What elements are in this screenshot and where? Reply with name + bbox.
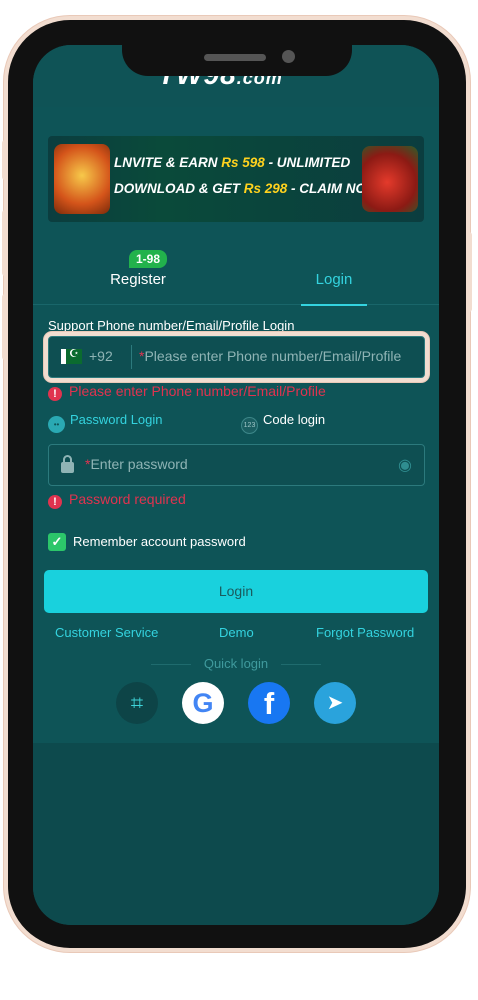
account-input[interactable]: +92 *Please enter Phone number/Email/Pro… [48,336,425,378]
divider [131,345,132,369]
code-123-icon: 123 [241,417,258,434]
side-button [466,232,472,312]
password-placeholder: *Enter password [85,456,188,472]
side-button [2,294,8,360]
lock-icon [61,455,74,473]
pakistan-flag-icon[interactable] [61,347,82,364]
password-error: ! Password required [48,491,186,509]
tab-login[interactable]: Login [301,262,367,306]
telegram-icon[interactable]: ➤ [314,682,356,724]
login-panel: LNVITE & EARN Rs 598 - UNLIMITED DOWNLOA… [33,107,439,743]
customer-service-link[interactable]: Customer Service [55,625,158,640]
airplane-game-icon [362,146,418,212]
remember-checkbox[interactable]: ✓ [48,533,66,551]
login-button[interactable]: Login [44,570,428,613]
banner-line-2: DOWNLOAD & GET Rs 298 - CLAIM NOW [114,181,379,196]
google-icon[interactable]: G [182,682,224,724]
face-id-icon[interactable]: ⌗ [116,682,158,724]
phone-notch [122,20,352,76]
remember-label[interactable]: Remember account password [73,534,246,549]
empty-area [33,743,439,925]
side-button [2,210,8,276]
speaker-grille [204,54,266,61]
eye-hidden-icon[interactable]: ◉ [398,455,412,475]
facebook-icon[interactable]: f [248,682,290,724]
front-camera [282,50,295,63]
quick-login-label: Quick login [33,656,439,671]
phone-screen: TW98.com LNVITE & EARN Rs 598 - UNLIMITE… [33,45,439,925]
auth-tabs: Register Login [33,262,439,306]
password-dots-icon: •• [48,416,65,433]
password-input[interactable]: *Enter password ◉ [48,444,425,486]
banner-line-1: LNVITE & EARN Rs 598 - UNLIMITED [114,155,351,170]
demo-link[interactable]: Demo [219,625,254,640]
forgot-password-link[interactable]: Forgot Password [316,625,414,640]
account-label: Support Phone number/Email/Profile Login [48,318,295,333]
tab-register[interactable]: Register [93,262,183,304]
account-error: ! Please enter Phone number/Email/Profile [48,383,326,401]
promo-banner[interactable]: LNVITE & EARN Rs 598 - UNLIMITED DOWNLOA… [48,136,424,222]
error-icon: ! [48,495,62,509]
account-placeholder: *Please enter Phone number/Email/Profile [139,348,402,364]
jester-crown-icon [54,144,110,214]
error-icon: ! [48,387,62,401]
password-login-option[interactable]: •• Password Login [48,412,163,433]
register-badge: 1-98 [129,250,168,268]
country-code[interactable]: +92 [89,348,113,364]
code-login-option[interactable]: 123 Code login [241,412,325,434]
side-button [2,140,8,180]
